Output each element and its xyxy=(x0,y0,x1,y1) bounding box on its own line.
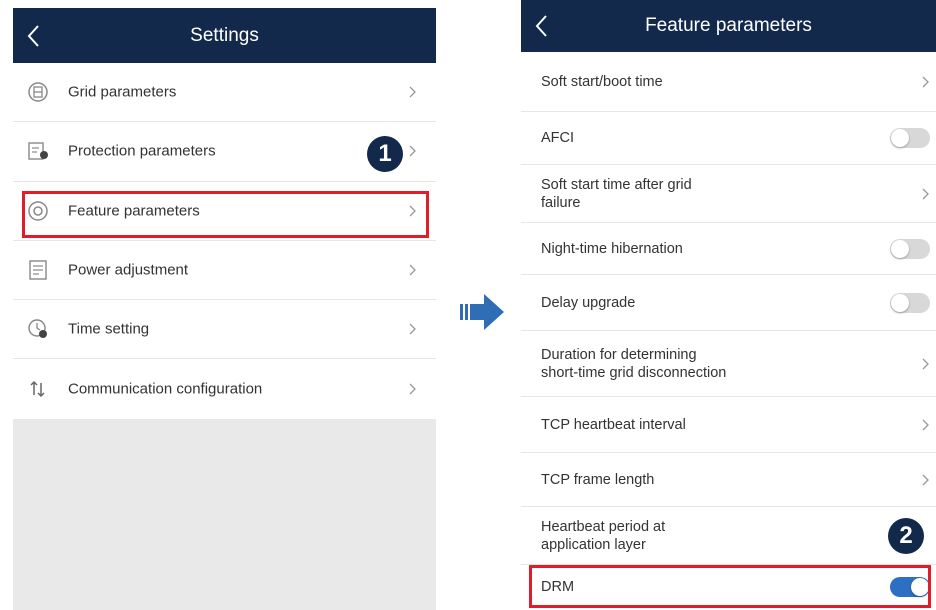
settings-item-label: Communication configuration xyxy=(68,380,263,398)
toggle-knob xyxy=(891,293,909,312)
settings-item-label: Time setting xyxy=(68,320,150,338)
afci-toggle[interactable] xyxy=(890,128,930,148)
feature-parameters-screen: Feature parameters Soft start/boot time … xyxy=(521,0,936,610)
protection-icon xyxy=(28,142,48,161)
feature-item-label: Heartbeat period at application layer xyxy=(541,518,666,553)
chevron-right-icon xyxy=(922,188,929,199)
chevron-right-icon xyxy=(409,383,416,395)
drm-highlight xyxy=(529,565,931,608)
feature-item-soft-start-boot-time[interactable]: Soft start/boot time xyxy=(521,52,936,112)
chevron-right-icon xyxy=(922,358,929,369)
clock-icon xyxy=(28,319,47,339)
settings-list: Grid parameters Protection parameters Fe… xyxy=(13,63,436,419)
feature-item-label: Delay upgrade xyxy=(541,294,636,311)
feature-parameters-highlight xyxy=(22,191,429,238)
feature-item-tcp-frame-length[interactable]: TCP frame length xyxy=(521,453,936,507)
toggle-knob xyxy=(891,239,909,258)
chevron-right-icon xyxy=(922,474,929,485)
chevron-right-icon xyxy=(922,419,929,430)
settings-item-communication-configuration[interactable]: Communication configuration xyxy=(13,359,436,418)
feature-item-label: Soft start time after grid failure xyxy=(541,176,692,211)
feature-item-label: AFCI xyxy=(541,130,575,146)
chevron-right-icon xyxy=(409,86,416,98)
feature-item-delay-upgrade: Delay upgrade xyxy=(521,275,936,331)
feature-item-label: Soft start/boot time xyxy=(541,73,663,90)
chevron-right-icon xyxy=(922,76,929,87)
feature-parameters-list: Soft start/boot time AFCI Soft start tim… xyxy=(521,52,936,609)
settings-screen: Settings Grid parameters Protection para… xyxy=(13,8,436,610)
power-icon xyxy=(29,260,47,280)
page-title: Feature parameters xyxy=(645,15,812,36)
feature-item-label: TCP heartbeat interval xyxy=(541,416,686,433)
right-arrow-icon xyxy=(460,294,504,330)
page-title: Settings xyxy=(190,24,259,46)
delay-upgrade-toggle[interactable] xyxy=(890,292,930,313)
settings-header: Settings xyxy=(13,8,436,63)
grid-icon xyxy=(28,82,48,102)
feature-parameters-header: Feature parameters xyxy=(521,0,936,52)
feature-item-afci: AFCI xyxy=(521,112,936,165)
settings-item-label: Grid parameters xyxy=(68,83,177,101)
settings-item-label: Protection parameters xyxy=(68,142,216,160)
communication-icon xyxy=(30,381,45,398)
chevron-right-icon xyxy=(409,323,416,335)
step-badge-1: 1 xyxy=(367,136,403,172)
toggle-knob xyxy=(891,129,909,147)
feature-item-tcp-heartbeat-interval[interactable]: TCP heartbeat interval xyxy=(521,397,936,453)
feature-item-label: Duration for determining short-time grid… xyxy=(541,346,727,381)
chevron-right-icon xyxy=(409,145,416,157)
feature-item-night-time-hibernation: Night-time hibernation xyxy=(521,223,936,275)
feature-item-heartbeat-period[interactable]: Heartbeat period at application layer xyxy=(521,507,936,565)
settings-item-time-setting[interactable]: Time setting xyxy=(13,300,436,360)
settings-item-label: Power adjustment xyxy=(68,261,189,279)
chevron-right-icon xyxy=(409,264,416,276)
feature-item-short-time-grid-disconnection[interactable]: Duration for determining short-time grid… xyxy=(521,331,936,397)
feature-item-label: Night-time hibernation xyxy=(541,240,683,257)
night-time-hibernation-toggle[interactable] xyxy=(890,238,930,259)
feature-item-soft-start-after-grid-failure[interactable]: Soft start time after grid failure xyxy=(521,165,936,223)
step-badge-2: 2 xyxy=(888,518,924,554)
feature-item-label: TCP frame length xyxy=(541,471,655,488)
settings-item-grid-parameters[interactable]: Grid parameters xyxy=(13,63,436,123)
settings-item-power-adjustment[interactable]: Power adjustment xyxy=(13,241,436,301)
